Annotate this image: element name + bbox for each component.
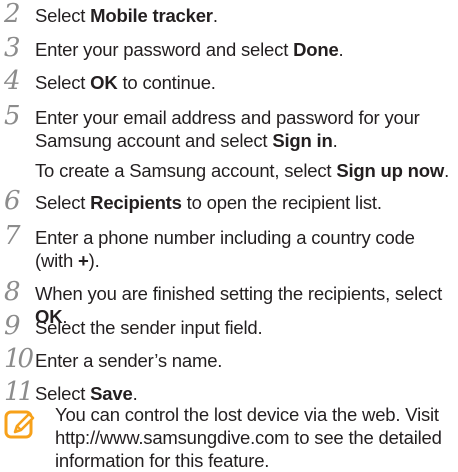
ui-term-save: Save: [90, 383, 133, 404]
step-text-line: (with +).: [35, 250, 100, 271]
note-line: You can control the lost device via the …: [55, 404, 439, 425]
step-text: Enter your password and select Done.: [35, 39, 344, 60]
step-text: Select Mobile tracker.: [35, 5, 218, 26]
step-text: Select the sender input field.: [35, 317, 263, 338]
step-text: Select OK to continue.: [35, 72, 216, 93]
step-text: Enter a phone number including a country…: [35, 226, 455, 272]
note-text: You can control the lost device via the …: [55, 403, 455, 472]
ui-term-ok: OK: [90, 72, 118, 93]
ui-term-recipients: Recipients: [90, 192, 182, 213]
step-subnote: To create a Samsung account, select Sign…: [35, 160, 450, 181]
step-text: Enter your email address and password fo…: [35, 106, 455, 182]
ui-term-plus: +: [78, 250, 89, 271]
step-number: 7: [4, 221, 21, 251]
step-number: 8: [4, 277, 21, 307]
ui-term-sign-in: Sign in: [272, 130, 333, 151]
step-text-line: Samsung account and select Sign in.: [35, 130, 338, 151]
step-text: Enter a sender’s name.: [35, 350, 223, 371]
step-text-line: Enter a phone number including a country…: [35, 227, 415, 248]
note-line: information for this feature.: [55, 450, 270, 471]
step-text: Select Recipients to open the recipient …: [35, 192, 382, 213]
note-line: http://www.samsungdive.com to see the de…: [55, 427, 442, 448]
step-number: 2: [4, 0, 21, 29]
note-pencil-icon: [4, 410, 35, 439]
step-number: 11: [4, 377, 34, 407]
instructions-page: 2 Select Mobile tracker. 3 Enter your pa…: [0, 0, 458, 471]
step-number: 6: [4, 186, 21, 216]
step-number: 3: [4, 33, 21, 63]
step-text: Select Save.: [35, 383, 138, 404]
step-number: 9: [4, 311, 21, 341]
step-number: 4: [4, 66, 21, 96]
ui-term-done: Done: [293, 39, 339, 60]
ui-term-sign-up-now: Sign up now: [336, 160, 445, 181]
step-number: 5: [4, 101, 21, 131]
step-text-line: Enter your email address and password fo…: [35, 107, 420, 128]
ui-term-mobile-tracker: Mobile tracker: [90, 5, 213, 26]
step-number: 10: [4, 344, 34, 374]
